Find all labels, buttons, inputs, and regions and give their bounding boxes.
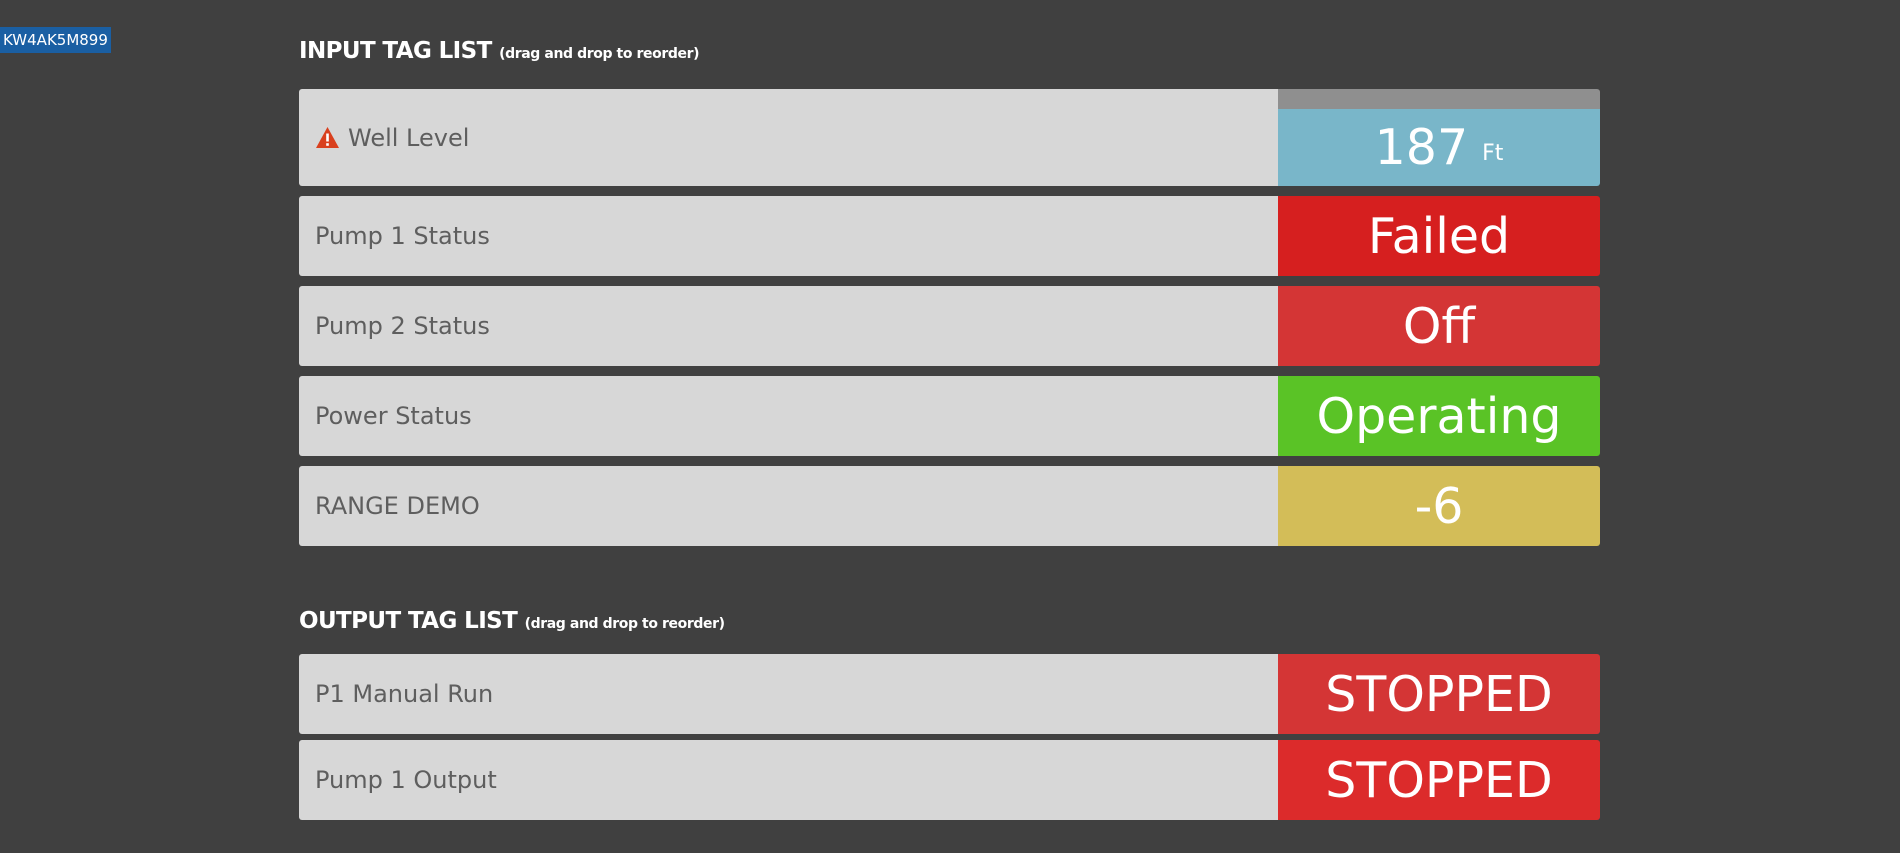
tag-label: P1 Manual Run	[315, 680, 494, 708]
output-toggle-button[interactable]: STOPPED	[1278, 654, 1600, 734]
tag-label-cell: P1 Manual Run	[299, 654, 1278, 734]
tag-row-pump1-output[interactable]: Pump 1 Output STOPPED	[299, 740, 1600, 820]
tag-value: STOPPED	[1325, 665, 1553, 723]
tag-row-well-level[interactable]: Well Level 187 Ft	[299, 89, 1600, 186]
tag-row-pump2-status[interactable]: Pump 2 Status Off	[299, 286, 1600, 366]
tag-value-cell: 187 Ft	[1278, 89, 1600, 186]
tag-label: Pump 1 Output	[315, 766, 497, 794]
tag-label-cell: Pump 2 Status	[299, 286, 1278, 366]
tag-value: STOPPED	[1325, 751, 1553, 809]
tag-label: Pump 2 Status	[315, 312, 490, 340]
tag-label-cell: RANGE DEMO	[299, 466, 1278, 546]
tag-label-cell: Pump 1 Status	[299, 196, 1278, 276]
tag-label: RANGE DEMO	[315, 492, 480, 520]
tag-value: Operating	[1316, 387, 1562, 445]
tag-label-cell: Power Status	[299, 376, 1278, 456]
tag-label-cell: Pump 1 Output	[299, 740, 1278, 820]
tag-label: Pump 1 Status	[315, 222, 490, 250]
output-tag-list: P1 Manual Run STOPPED Pump 1 Output STOP…	[299, 654, 1600, 826]
tag-row-power-status[interactable]: Power Status Operating	[299, 376, 1600, 456]
input-tag-list-title: INPUT TAG LIST (drag and drop to reorder…	[299, 38, 699, 64]
value-range-bar	[1278, 89, 1600, 109]
tag-label-cell: Well Level	[299, 89, 1278, 186]
tag-list-page: KW4AK5M899 INPUT TAG LIST (drag and drop…	[0, 0, 1900, 853]
tag-value: Failed	[1367, 207, 1511, 265]
tag-value-display: -6	[1278, 466, 1600, 546]
tag-value: Off	[1402, 297, 1476, 355]
output-toggle-button[interactable]: STOPPED	[1278, 740, 1600, 820]
device-id-badge: KW4AK5M899	[0, 27, 111, 53]
tag-row-pump1-status[interactable]: Pump 1 Status Failed	[299, 196, 1600, 276]
tag-value: 187	[1374, 119, 1469, 176]
input-section-hint: (drag and drop to reorder)	[499, 46, 700, 62]
output-tag-list-title: OUTPUT TAG LIST (drag and drop to reorde…	[299, 608, 725, 634]
tag-value-display: 187 Ft	[1278, 109, 1600, 186]
tag-unit: Ft	[1482, 141, 1504, 166]
output-section-title-text: OUTPUT TAG LIST	[299, 608, 518, 634]
tag-row-p1-manual-run[interactable]: P1 Manual Run STOPPED	[299, 654, 1600, 734]
tag-label: Power Status	[315, 402, 472, 430]
tag-row-range-demo[interactable]: RANGE DEMO -6	[299, 466, 1600, 546]
warning-triangle-icon	[315, 126, 340, 149]
tag-value-display: Operating	[1278, 376, 1600, 456]
tag-value: -6	[1414, 477, 1464, 535]
output-section-hint: (drag and drop to reorder)	[524, 616, 725, 632]
input-tag-list: Well Level 187 Ft Pump 1 Status Failed P…	[299, 89, 1600, 556]
tag-value-display: Off	[1278, 286, 1600, 366]
tag-label: Well Level	[348, 123, 470, 152]
input-section-title-text: INPUT TAG LIST	[299, 38, 492, 64]
tag-value-display: Failed	[1278, 196, 1600, 276]
